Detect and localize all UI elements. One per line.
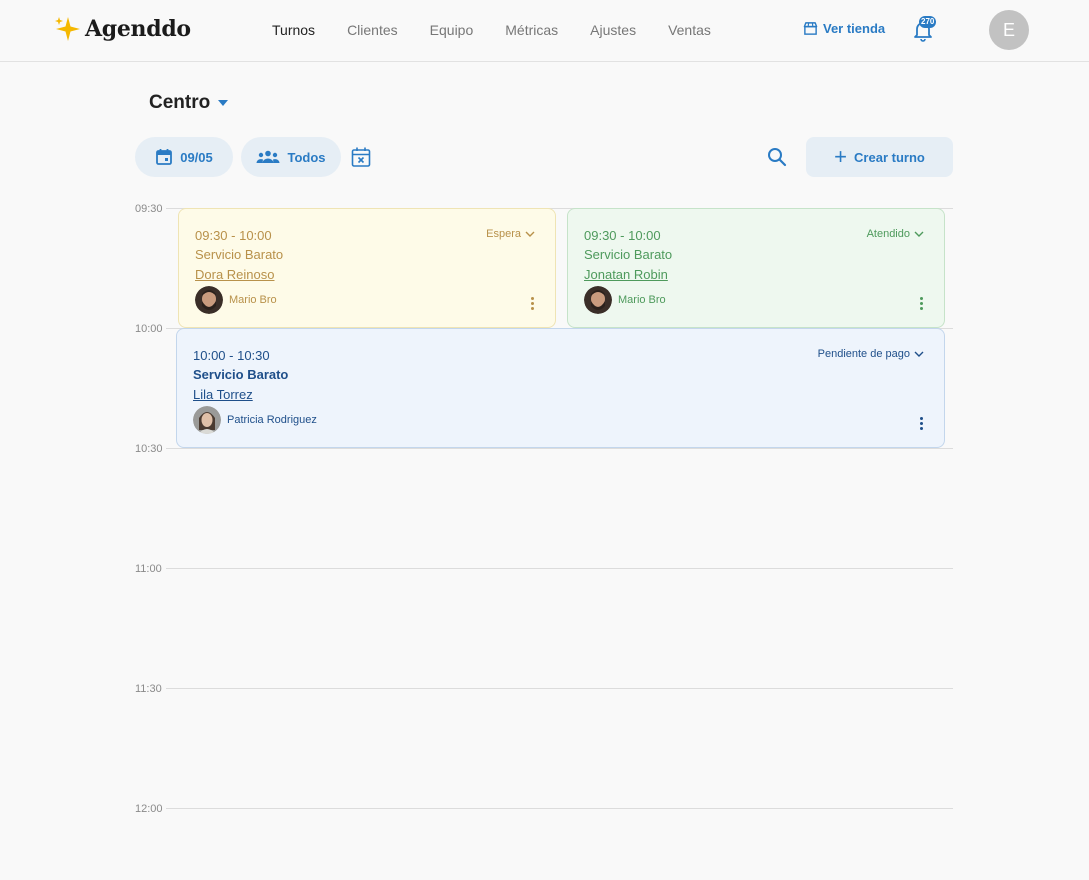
calendar-x-icon[interactable] [350, 146, 372, 168]
appointment-time: 10:00 - 10:30 [193, 348, 270, 363]
date-picker-button[interactable]: 09/05 [135, 137, 233, 177]
appointment-staff: Mario Bro [584, 286, 666, 314]
time-slot-label: 10:00 [135, 323, 163, 335]
brand-logo[interactable]: Agenddo [54, 15, 191, 43]
nav-item-turnos[interactable]: Turnos [272, 22, 315, 38]
appointment-card[interactable]: 09:30 - 10:00 Servicio Barato Jonatan Ro… [567, 208, 945, 328]
date-label: 09/05 [180, 149, 213, 165]
chevron-down-icon [525, 231, 535, 237]
kebab-menu-icon[interactable] [529, 297, 535, 311]
location-selector[interactable]: Centro [149, 92, 229, 114]
appointment-staff: Patricia Rodriguez [193, 406, 317, 434]
people-icon [256, 150, 280, 163]
status-label: Espera [486, 228, 521, 240]
grid-line [166, 808, 953, 809]
time-slot-label: 10:30 [135, 443, 163, 455]
status-dropdown[interactable]: Atendido [867, 228, 924, 240]
staff-avatar [193, 406, 221, 434]
appointment-time: 09:30 - 10:00 [584, 228, 661, 243]
staff-avatar [195, 286, 223, 314]
appointment-client-link[interactable]: Lila Torrez [193, 387, 253, 402]
nav-item-equipo[interactable]: Equipo [430, 22, 474, 38]
staff-filter-button[interactable]: Todos [241, 137, 341, 177]
chevron-down-icon [914, 351, 924, 357]
appointment-client-link[interactable]: Jonatan Robin [584, 267, 668, 282]
staff-avatar [584, 286, 612, 314]
appointment-time: 09:30 - 10:00 [195, 228, 272, 243]
nav-item-metricas[interactable]: Métricas [505, 22, 558, 38]
create-appointment-label: Crear turno [854, 149, 925, 165]
time-slot-label: 11:00 [135, 563, 162, 575]
staff-name: Mario Bro [618, 294, 666, 306]
staff-name: Patricia Rodriguez [227, 414, 317, 426]
grid-line [166, 688, 953, 689]
status-dropdown[interactable]: Espera [486, 228, 535, 240]
time-slot-label: 11:30 [135, 683, 162, 695]
user-avatar[interactable]: E [989, 10, 1029, 50]
chevron-down-icon [914, 231, 924, 237]
appointment-card[interactable]: 09:30 - 10:00 Servicio Barato Dora Reino… [178, 208, 556, 328]
staff-filter-label: Todos [287, 149, 326, 165]
store-icon [803, 22, 818, 35]
search-icon[interactable] [766, 146, 788, 168]
top-bar: Agenddo Turnos Clientes Equipo Métricas … [0, 0, 1089, 62]
create-appointment-button[interactable]: + Crear turno [806, 137, 953, 177]
calendar-icon [156, 149, 173, 165]
sparkle-logo-icon [55, 17, 80, 41]
time-slot-label: 09:30 [135, 203, 163, 215]
time-slot-label: 12:00 [135, 803, 163, 815]
plus-icon: + [834, 144, 848, 169]
appointment-staff: Mario Bro [195, 286, 277, 314]
grid-line [166, 448, 953, 449]
grid-line [166, 568, 953, 569]
appointment-service: Servicio Barato [195, 247, 284, 262]
view-store-link[interactable]: Ver tienda [803, 21, 885, 36]
view-store-label: Ver tienda [823, 21, 886, 36]
notifications-button[interactable]: 270 [910, 16, 937, 43]
brand-name: Agenddo [85, 16, 191, 42]
main-nav: Turnos Clientes Equipo Métricas Ajustes … [256, 14, 727, 46]
caret-down-icon [218, 100, 229, 106]
kebab-menu-icon[interactable] [918, 417, 924, 431]
nav-item-ventas[interactable]: Ventas [668, 22, 711, 38]
nav-item-clientes[interactable]: Clientes [347, 22, 398, 38]
appointment-client-link[interactable]: Dora Reinoso [195, 267, 275, 282]
kebab-menu-icon[interactable] [918, 297, 924, 311]
staff-name: Mario Bro [229, 294, 277, 306]
appointment-service: Servicio Barato [584, 247, 673, 262]
status-dropdown[interactable]: Pendiente de pago [818, 348, 924, 360]
notification-badge: 270 [919, 16, 937, 28]
appointment-card[interactable]: 10:00 - 10:30 Servicio Barato Lila Torre… [176, 328, 945, 448]
status-label: Atendido [866, 228, 910, 240]
nav-item-ajustes[interactable]: Ajustes [590, 22, 636, 38]
status-label: Pendiente de pago [817, 348, 910, 360]
appointment-service: Servicio Barato [193, 367, 289, 382]
location-name: Centro [149, 92, 211, 113]
